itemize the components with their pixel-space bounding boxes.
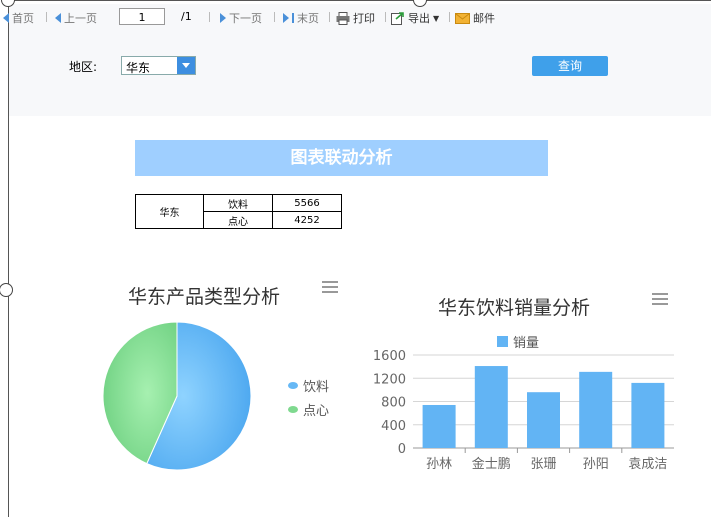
export-icon <box>391 12 404 25</box>
bar-chart-title: 华东饮料销量分析 <box>438 297 591 319</box>
prev-page-button[interactable]: 上一页 <box>55 10 97 26</box>
region-label: 地区: <box>69 60 98 74</box>
y-tick-label: 1200 <box>373 372 406 387</box>
bar[interactable] <box>527 392 560 448</box>
y-tick-label: 800 <box>381 396 406 411</box>
legend-marker-icon <box>288 406 298 413</box>
last-page-icon <box>283 13 289 23</box>
printer-icon <box>336 11 350 25</box>
bar[interactable] <box>422 404 456 448</box>
pie-legend-item-snacks[interactable]: 点心 <box>288 400 329 419</box>
x-tick-label: 袁成洁 <box>628 457 667 472</box>
bar-legend-item[interactable]: 销量 <box>497 332 539 351</box>
export-label: 导出 <box>408 12 430 25</box>
query-button[interactable]: 查询 <box>532 56 608 76</box>
mail-label: 邮件 <box>473 12 495 25</box>
region-select-value: 华东 <box>126 61 151 75</box>
x-tick-label: 孙林 <box>426 457 452 472</box>
pie-legend-item-drinks[interactable]: 饮料 <box>288 376 329 395</box>
y-tick-label: 1600 <box>373 349 406 364</box>
page-number-input[interactable]: 1 <box>119 8 165 25</box>
legend-label: 饮料 <box>303 380 330 395</box>
table-cell-value: 4252 <box>272 211 342 229</box>
toolbar-divider <box>274 12 275 22</box>
toolbar-divider <box>385 12 386 22</box>
hamburger-menu-icon[interactable] <box>322 281 338 293</box>
last-page-icon-bar <box>292 13 294 23</box>
export-button[interactable]: 导出 ▼ <box>391 10 439 26</box>
bar[interactable] <box>474 366 508 448</box>
table-row: 华东 饮料 5566 <box>135 194 342 229</box>
legend-marker-icon <box>288 382 298 389</box>
pie-slice-drinks[interactable] <box>146 321 252 471</box>
chevron-down-icon[interactable] <box>177 57 195 74</box>
prev-page-icon <box>55 13 61 23</box>
report-title: 图表联动分析 <box>135 140 548 176</box>
y-tick-label: 400 <box>381 419 406 434</box>
y-tick-label: 0 <box>398 442 406 457</box>
toolbar-divider <box>449 12 450 22</box>
table-cell-category: 点心 <box>203 211 273 229</box>
chevron-down-icon: ▼ <box>433 13 440 23</box>
pie-slice-snacks[interactable] <box>102 321 178 465</box>
mail-icon <box>455 12 470 24</box>
first-page-button[interactable]: 首页 <box>3 10 34 26</box>
resize-handle[interactable] <box>0 283 13 297</box>
toolbar-divider <box>46 12 47 22</box>
first-page-icon <box>3 13 9 23</box>
next-page-button[interactable]: 下一页 <box>220 10 262 26</box>
mail-button[interactable]: 邮件 <box>455 10 495 26</box>
hamburger-menu-icon[interactable] <box>652 293 668 305</box>
legend-label: 点心 <box>303 404 330 419</box>
bar[interactable] <box>631 382 665 448</box>
frame-top-border <box>8 0 711 1</box>
last-page-label: 末页 <box>297 12 319 25</box>
prev-page-label: 上一页 <box>64 12 97 25</box>
page-total: /1 <box>181 10 192 23</box>
report-toolbar: 首页 上一页 1 /1 下一页 末页 打印 导出 ▼ 邮件 <box>3 4 711 30</box>
summary-table: 华东 饮料 5566 点心 4252 <box>135 194 342 229</box>
next-page-icon <box>220 13 226 23</box>
legend-label: 销量 <box>513 336 540 351</box>
legend-marker-icon <box>497 336 508 347</box>
first-page-label: 首页 <box>12 12 34 25</box>
bar[interactable] <box>579 371 613 448</box>
toolbar-divider <box>209 12 210 22</box>
next-page-label: 下一页 <box>229 12 262 25</box>
print-label: 打印 <box>353 12 375 25</box>
x-tick-label: 张珊 <box>530 457 556 472</box>
toolbar-divider <box>329 12 330 22</box>
x-tick-label: 金士鹏 <box>472 456 511 472</box>
filter-panel: 地区: 华东 查询 <box>9 30 711 116</box>
print-button[interactable]: 打印 <box>336 10 375 26</box>
pie-chart-title: 华东产品类型分析 <box>128 286 281 308</box>
x-tick-label: 孙阳 <box>583 457 609 472</box>
table-cell-category: 饮料 <box>203 194 273 212</box>
region-select[interactable]: 华东 <box>121 56 196 75</box>
table-cell-region: 华东 <box>135 194 204 229</box>
last-page-button[interactable]: 末页 <box>283 10 319 26</box>
table-cell-value: 5566 <box>272 194 342 212</box>
